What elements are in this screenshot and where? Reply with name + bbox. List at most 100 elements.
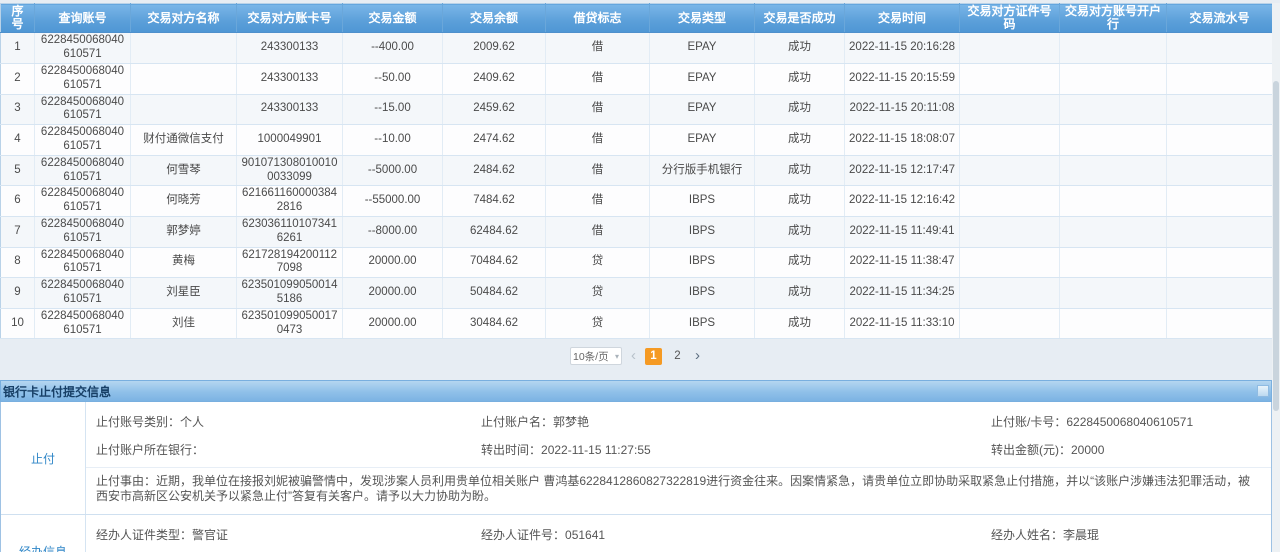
table-cell [131, 94, 237, 125]
table-cell: --400.00 [343, 33, 443, 64]
table-row: 76228450068040610571郭梦婷62303611010734162… [1, 216, 1273, 247]
table-cell: EPAY [650, 33, 755, 64]
table-cell [1060, 247, 1167, 278]
field-line: 经办人证件类型：警官证 经办人证件号：051641 经办人姓名：李晨琨 [86, 526, 1271, 543]
table-cell: 6228450068040610571 [35, 33, 131, 64]
table-cell [1060, 125, 1167, 156]
table-cell: 9010713080100100033099 [237, 155, 343, 186]
prev-page-button[interactable]: ‹ [629, 348, 638, 364]
column-header: 序号 [1, 4, 35, 33]
table-cell: 5 [1, 155, 35, 186]
field-line: 止付账号类别：个人 止付账户名：郭梦艳 止付账/卡号：6228450068040… [86, 413, 1271, 430]
table-cell: 6228450068040610571 [35, 63, 131, 94]
table-cell: 6 [1, 186, 35, 217]
stop-payment-section-title: 银行卡止付提交信息 [1, 383, 111, 400]
table-cell: 1000049901 [237, 125, 343, 156]
table-row: 96228450068040610571刘星臣62350109905001451… [1, 278, 1273, 309]
table-cell: 6228450068040610571 [35, 216, 131, 247]
table-cell: 6217281942001127098 [237, 247, 343, 278]
table-cell [1060, 94, 1167, 125]
table-cell: 何晓芳 [131, 186, 237, 217]
table-cell: 借 [546, 33, 650, 64]
table-cell: 成功 [755, 155, 845, 186]
table-cell [960, 247, 1060, 278]
table-cell: 2459.62 [443, 94, 546, 125]
table-cell [1060, 33, 1167, 64]
table-cell: --5000.00 [343, 155, 443, 186]
table-cell: 刘星臣 [131, 278, 237, 309]
column-header: 交易对方证件号码 [960, 4, 1060, 33]
table-cell [960, 278, 1060, 309]
table-cell [960, 125, 1060, 156]
collapse-icon[interactable] [1257, 385, 1269, 397]
table-cell [1060, 308, 1167, 339]
field-transfer-amount: 转出金额(元)：20000 [991, 441, 1271, 458]
page-button-2[interactable]: 2 [669, 348, 686, 365]
table-cell: 借 [546, 63, 650, 94]
table-cell [960, 216, 1060, 247]
page-button-1[interactable]: 1 [645, 348, 662, 365]
table-cell [1167, 94, 1273, 125]
field-account-name: 止付账户名：郭梦艳 [481, 413, 991, 430]
table-cell: 何雪琴 [131, 155, 237, 186]
table-cell: 20000.00 [343, 278, 443, 309]
table-cell: 成功 [755, 186, 845, 217]
field-line: 止付账户所在银行： 转出时间：2022-11-15 11:27:55 转出金额(… [86, 441, 1271, 458]
table-cell: 2022-11-15 11:33:10 [845, 308, 960, 339]
table-row: 86228450068040610571黄梅621728194200112709… [1, 247, 1273, 278]
column-header: 交易类型 [650, 4, 755, 33]
table-cell: IBPS [650, 186, 755, 217]
table-cell [1060, 278, 1167, 309]
transactions-table-header: 序号查询账号交易对方名称交易对方账卡号交易金额交易余额借贷标志交易类型交易是否成… [1, 4, 1273, 33]
table-cell [1060, 155, 1167, 186]
table-cell: --8000.00 [343, 216, 443, 247]
column-header: 交易对方账卡号 [237, 4, 343, 33]
table-cell: 7484.62 [443, 186, 546, 217]
table-cell: EPAY [650, 125, 755, 156]
field-card-number: 止付账/卡号：6228450068040610571 [991, 413, 1271, 430]
table-row: 36228450068040610571243300133--15.002459… [1, 94, 1273, 125]
table-cell: 2022-11-15 18:08:07 [845, 125, 960, 156]
scrollbar-thumb[interactable] [1273, 81, 1279, 411]
table-cell: 2022-11-15 20:11:08 [845, 94, 960, 125]
page-size-select[interactable]: 10条/页 ▾ [570, 347, 622, 365]
table-cell: 成功 [755, 216, 845, 247]
table-cell: 2 [1, 63, 35, 94]
column-header: 交易时间 [845, 4, 960, 33]
transactions-table: 序号查询账号交易对方名称交易对方账卡号交易金额交易余额借贷标志交易类型交易是否成… [0, 3, 1273, 339]
column-header: 交易对方名称 [131, 4, 237, 33]
table-cell [1060, 186, 1167, 217]
page-size-label: 10条/页 [573, 349, 609, 364]
field-operator-id-number: 经办人证件号：051641 [481, 526, 991, 543]
table-cell: 6228450068040610571 [35, 155, 131, 186]
table-row: 106228450068040610571刘佳62350109905001704… [1, 308, 1273, 339]
table-cell: IBPS [650, 278, 755, 309]
table-cell: 6228450068040610571 [35, 247, 131, 278]
table-row: 56228450068040610571何雪琴90107130801001000… [1, 155, 1273, 186]
field-transfer-time: 转出时间：2022-11-15 11:27:55 [481, 441, 991, 458]
table-cell: 成功 [755, 63, 845, 94]
table-cell: 成功 [755, 33, 845, 64]
column-header: 交易是否成功 [755, 4, 845, 33]
pagination: 10条/页 ▾ ‹ 1 2 › [0, 346, 1272, 366]
table-cell: 6230361101073416261 [237, 216, 343, 247]
table-cell: 黄梅 [131, 247, 237, 278]
next-page-button[interactable]: › [693, 348, 702, 364]
table-cell: 2022-11-15 20:15:59 [845, 63, 960, 94]
table-cell: 2022-11-15 12:17:47 [845, 155, 960, 186]
table-cell: --55000.00 [343, 186, 443, 217]
table-cell: 2022-11-15 11:38:47 [845, 247, 960, 278]
table-row: 66228450068040610571何晓芳62166116000038428… [1, 186, 1273, 217]
stop-payment-section-bar: 银行卡止付提交信息 [0, 380, 1272, 402]
table-cell [131, 33, 237, 64]
field-account-type: 止付账号类别：个人 [86, 413, 481, 430]
column-header: 交易对方账号开户行 [1060, 4, 1167, 33]
table-cell: 20000.00 [343, 247, 443, 278]
operator-info-row: 经办信息 经办人证件类型：警官证 经办人证件号：051641 经办人姓名：李晨琨… [1, 514, 1271, 552]
table-cell: 成功 [755, 308, 845, 339]
table-cell: 9 [1, 278, 35, 309]
table-cell: 2484.62 [443, 155, 546, 186]
scrollbar[interactable] [1272, 3, 1280, 552]
stop-payment-panel: 止付 止付账号类别：个人 止付账户名：郭梦艳 止付账/卡号：6228450068… [0, 402, 1272, 552]
table-cell: EPAY [650, 63, 755, 94]
